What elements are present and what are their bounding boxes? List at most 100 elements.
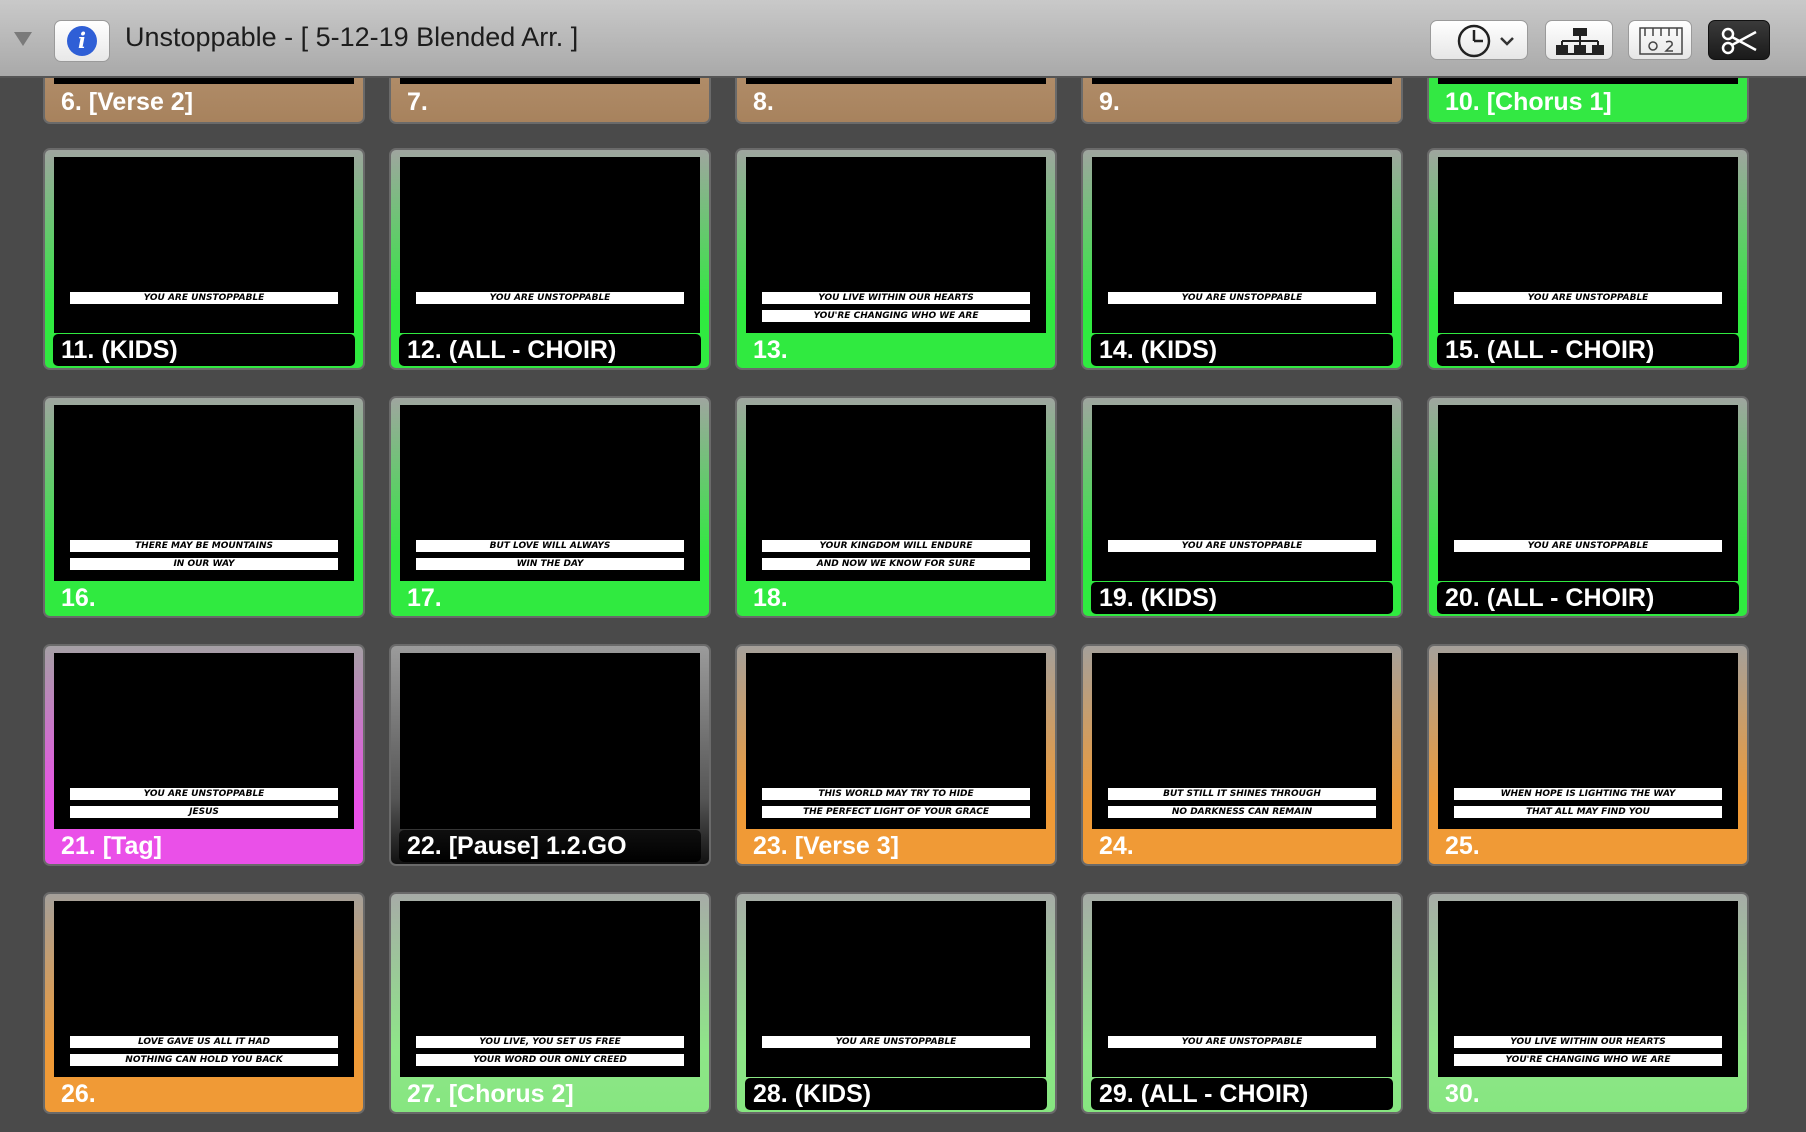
slide-label: 15. (ALL - CHOIR)	[1437, 334, 1739, 366]
lyric-line: YOU'RE CHANGING WHO WE ARE	[762, 310, 1030, 322]
lyric-line: YOU ARE UNSTOPPABLE	[1108, 1036, 1376, 1048]
slide-card[interactable]: BUT LOVE WILL ALWAYS WIN THE DAY 17.	[389, 396, 711, 618]
lyric-line: WIN THE DAY	[416, 558, 684, 570]
slide-label: 18.	[753, 584, 788, 612]
slide-card[interactable]: YOU ARE UNSTOPPABLE 19. (KIDS)	[1081, 396, 1403, 618]
slide-preview: YOU ARE UNSTOPPABLE	[746, 901, 1046, 1077]
slide-card[interactable]: 6. [Verse 2]	[43, 78, 365, 124]
slide-card[interactable]: THIS WORLD MAY TRY TO HIDE THE PERFECT LI…	[735, 644, 1057, 866]
lyric-line: NO DARKNESS CAN REMAIN	[1108, 806, 1376, 818]
lyric-line: YOU ARE UNSTOPPABLE	[70, 292, 338, 304]
slide-card[interactable]: BUT STILL IT SHINES THROUGH NO DARKNESS C…	[1081, 644, 1403, 866]
slide-label: 7.	[407, 88, 428, 116]
title-bar: i Unstoppable - [ 5-12-19 Blended Arr. ]	[0, 0, 1806, 78]
slide-label: 28. (KIDS)	[745, 1078, 1047, 1110]
slide-preview: YOUR KINGDOM WILL ENDURE AND NOW WE KNOW …	[746, 405, 1046, 581]
slide-preview: YOU ARE UNSTOPPABLE	[400, 157, 700, 333]
slide-card[interactable]: 22. [Pause] 1.2.GO	[389, 644, 711, 866]
slide-preview	[1438, 78, 1738, 84]
ruler-button[interactable]	[1628, 20, 1692, 60]
lyric-line: YOU ARE UNSTOPPABLE	[1454, 292, 1722, 304]
slide-label: 25.	[1445, 832, 1480, 860]
scissors-button[interactable]	[1708, 20, 1770, 60]
slide-label: 19. (KIDS)	[1091, 582, 1393, 614]
hierarchy-icon	[1556, 28, 1604, 55]
slide-card[interactable]: YOUR KINGDOM WILL ENDURE AND NOW WE KNOW …	[735, 396, 1057, 618]
slide-card[interactable]: YOU ARE UNSTOPPABLE 14. (KIDS)	[1081, 148, 1403, 370]
lyric-line: AND NOW WE KNOW FOR SURE	[762, 558, 1030, 570]
slide-label: 30.	[1445, 1080, 1480, 1108]
info-button[interactable]: i	[54, 20, 110, 62]
slide-preview: YOU ARE UNSTOPPABLE	[1092, 901, 1392, 1077]
slide-preview	[746, 78, 1046, 84]
slide-preview: YOU ARE UNSTOPPABLE JESUS	[54, 653, 354, 829]
lyric-line: IN OUR WAY	[70, 558, 338, 570]
lyric-line: YOU ARE UNSTOPPABLE	[416, 292, 684, 304]
slide-label: 17.	[407, 584, 442, 612]
lyric-line: BUT STILL IT SHINES THROUGH	[1108, 788, 1376, 800]
chevron-down-icon	[1500, 37, 1514, 46]
slide-card[interactable]: 7.	[389, 78, 711, 124]
slide-card[interactable]: YOU LIVE WITHIN OUR HEARTS YOU'RE CHANGIN…	[735, 148, 1057, 370]
slide-label: 29. (ALL - CHOIR)	[1091, 1078, 1393, 1110]
lyric-line: YOU LIVE, YOU SET US FREE	[416, 1036, 684, 1048]
lyric-line: THAT ALL MAY FIND YOU	[1454, 806, 1722, 818]
lyric-line: YOU ARE UNSTOPPABLE	[1108, 292, 1376, 304]
lyric-line: YOUR KINGDOM WILL ENDURE	[762, 540, 1030, 552]
slide-label: 22. [Pause] 1.2.GO	[399, 830, 701, 862]
slide-label: 13.	[753, 336, 788, 364]
slide-preview: LOVE GAVE US ALL IT HAD NOTHING CAN HOLD …	[54, 901, 354, 1077]
lyric-line: THE PERFECT LIGHT OF YOUR GRACE	[762, 806, 1030, 818]
disclosure-triangle-icon[interactable]	[14, 32, 32, 46]
slide-label: 11. (KIDS)	[53, 334, 355, 366]
slide-card[interactable]: YOU ARE UNSTOPPABLE 28. (KIDS)	[735, 892, 1057, 1114]
lyric-line: WHEN HOPE IS LIGHTING THE WAY	[1454, 788, 1722, 800]
lyric-line: YOU LIVE WITHIN OUR HEARTS	[1454, 1036, 1722, 1048]
slide-card[interactable]: 10. [Chorus 1]	[1427, 78, 1749, 124]
slide-preview: YOU LIVE WITHIN OUR HEARTS YOU'RE CHANGIN…	[1438, 901, 1738, 1077]
slide-label: 10. [Chorus 1]	[1445, 88, 1612, 116]
slide-card[interactable]: YOU ARE UNSTOPPABLE 15. (ALL - CHOIR)	[1427, 148, 1749, 370]
slide-preview: BUT STILL IT SHINES THROUGH NO DARKNESS C…	[1092, 653, 1392, 829]
slide-card[interactable]: WHEN HOPE IS LIGHTING THE WAY THAT ALL MA…	[1427, 644, 1749, 866]
slide-card[interactable]: YOU LIVE WITHIN OUR HEARTS YOU'RE CHANGIN…	[1427, 892, 1749, 1114]
clock-icon	[1457, 24, 1514, 58]
slide-label: 16.	[61, 584, 96, 612]
lyric-line: LOVE GAVE US ALL IT HAD	[70, 1036, 338, 1048]
arrangement-button[interactable]	[1545, 20, 1613, 60]
lyric-line: YOU ARE UNSTOPPABLE	[1454, 540, 1722, 552]
slide-card[interactable]: THERE MAY BE MOUNTAINS IN OUR WAY 16.	[43, 396, 365, 618]
slide-label: 26.	[61, 1080, 96, 1108]
slide-preview: YOU ARE UNSTOPPABLE	[1438, 405, 1738, 581]
slide-preview	[400, 78, 700, 84]
slide-card[interactable]: YOU ARE UNSTOPPABLE 11. (KIDS)	[43, 148, 365, 370]
slide-card[interactable]: YOU ARE UNSTOPPABLE 12. (ALL - CHOIR)	[389, 148, 711, 370]
slide-card[interactable]: YOU ARE UNSTOPPABLE 29. (ALL - CHOIR)	[1081, 892, 1403, 1114]
slide-preview	[400, 653, 700, 829]
lyric-line: YOU ARE UNSTOPPABLE	[70, 788, 338, 800]
lyric-line: YOU'RE CHANGING WHO WE ARE	[1454, 1054, 1722, 1066]
slide-preview: WHEN HOPE IS LIGHTING THE WAY THAT ALL MA…	[1438, 653, 1738, 829]
slide-label: 6. [Verse 2]	[61, 88, 194, 116]
timer-dropdown-button[interactable]	[1430, 20, 1528, 60]
slide-card[interactable]: 9.	[1081, 78, 1403, 124]
slide-card[interactable]: YOU LIVE, YOU SET US FREE YOUR WORD OUR O…	[389, 892, 711, 1114]
lyric-line: JESUS	[70, 806, 338, 818]
slide-preview: YOU LIVE WITHIN OUR HEARTS YOU'RE CHANGIN…	[746, 157, 1046, 333]
slide-label: 24.	[1099, 832, 1134, 860]
slide-card[interactable]: 8.	[735, 78, 1057, 124]
slide-preview: YOU ARE UNSTOPPABLE	[1438, 157, 1738, 333]
slide-label: 20. (ALL - CHOIR)	[1437, 582, 1739, 614]
slide-label: 27. [Chorus 2]	[407, 1080, 574, 1108]
lyric-line: THERE MAY BE MOUNTAINS	[70, 540, 338, 552]
info-icon: i	[67, 26, 97, 56]
slide-label: 23. [Verse 3]	[753, 832, 899, 860]
slide-preview: BUT LOVE WILL ALWAYS WIN THE DAY	[400, 405, 700, 581]
lyric-line: YOU LIVE WITHIN OUR HEARTS	[762, 292, 1030, 304]
slide-card[interactable]: YOU ARE UNSTOPPABLE 20. (ALL - CHOIR)	[1427, 396, 1749, 618]
slide-preview	[54, 78, 354, 84]
ruler-icon	[1639, 27, 1683, 55]
slide-card[interactable]: LOVE GAVE US ALL IT HAD NOTHING CAN HOLD …	[43, 892, 365, 1114]
slide-card[interactable]: YOU ARE UNSTOPPABLE JESUS 21. [Tag]	[43, 644, 365, 866]
slide-preview: YOU ARE UNSTOPPABLE	[54, 157, 354, 333]
